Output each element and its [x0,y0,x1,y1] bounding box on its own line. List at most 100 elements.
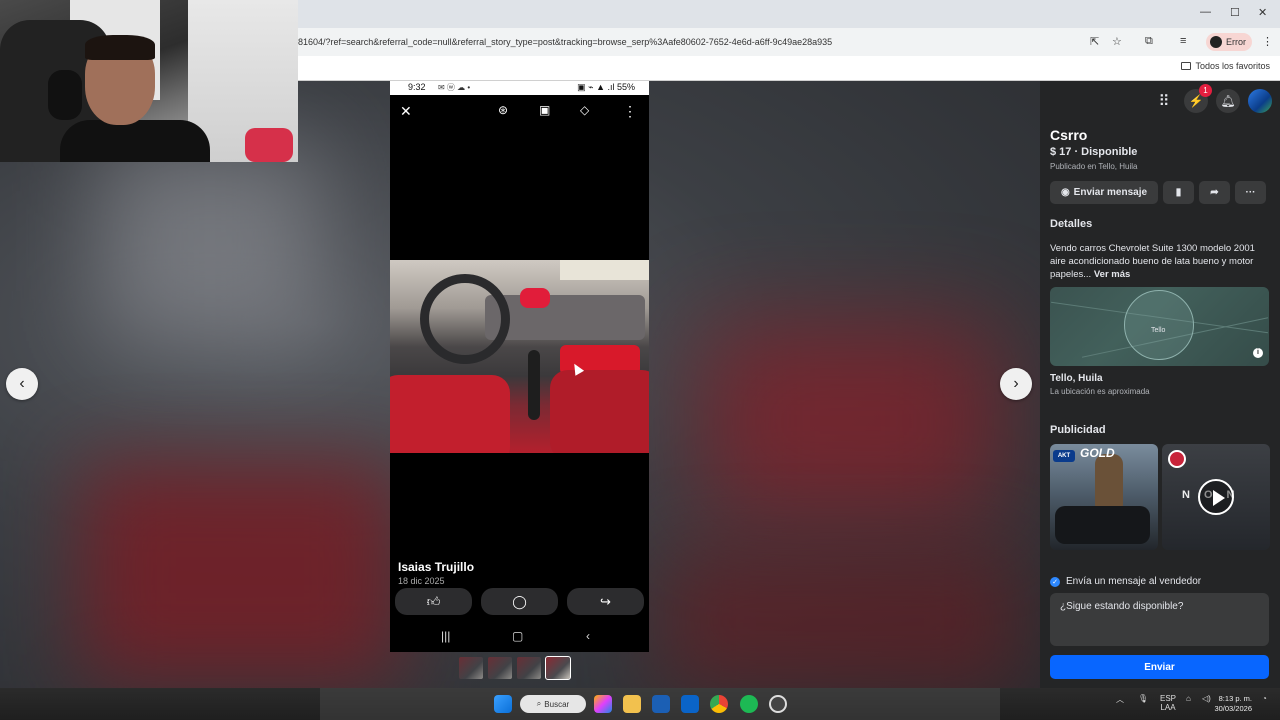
notifications-icon[interactable]: ◔ [1262,694,1267,703]
minimize-icon[interactable]: — [1200,6,1211,18]
install-app-icon[interactable]: ⇱ [1090,35,1099,48]
send-button[interactable]: Enviar [1050,655,1269,679]
description-text: Vendo carros Chevrolet Suite 1300 modelo… [1050,243,1255,280]
notification-badge: 1 [1199,84,1212,97]
comment-button[interactable]: ◯ [481,588,558,615]
clock-date: 30/03/2026 [1214,704,1252,713]
messenger-icon[interactable]: ⚡ 1 [1184,84,1212,113]
window-close-icon[interactable]: ✕ [1258,6,1267,19]
edit-icon[interactable]: ⊛ [498,103,508,117]
send-message-button[interactable]: ◉ Enviar mensaje [1050,181,1158,204]
all-bookmarks-folder[interactable]: Todos los favoritos [1181,61,1270,71]
spotify-icon[interactable] [740,695,758,713]
background-blur [660,551,1020,688]
previous-photo-button[interactable]: ‹ [6,368,38,400]
url-field[interactable]: 81604/?ref=search&referral_code=null&ref… [298,37,832,47]
photo-seat-left [390,375,510,453]
network-icon[interactable]: ⌂ [1186,694,1191,703]
listing-published-location: Publicado en Tello, Huila [1050,162,1138,171]
gallery-icon[interactable]: ▣ [539,103,550,117]
ad-brand-icon [1168,450,1186,468]
location-note: La ubicación es aproximada [1050,387,1150,396]
tag-icon[interactable]: ◇ [580,103,589,117]
webcam-overlay [0,0,298,162]
ad-motorcycle [1055,506,1150,544]
details-heading: Detalles [1050,218,1093,230]
windows-taskbar: ⌕ Buscar ︿ 🎙︎ ESP LAA ⌂ ◁) 8:13 p. m. 30/03… [0,688,1280,720]
microphone-tray-icon[interactable]: 🎙︎ [1138,694,1148,703]
clock[interactable]: 8:13 p. m. 30/03/2026 [1214,694,1252,714]
recent-apps-icon[interactable]: ||| [441,629,450,643]
messenger-icon: ◉ [1060,187,1070,198]
next-photo-button[interactable]: › [1000,368,1032,400]
store-icon[interactable] [652,695,670,713]
windows-start-icon[interactable] [494,695,512,713]
send-message-checkbox-row: ✓ Envía un mensaje al vendedor [1050,576,1201,587]
play-icon[interactable] [1198,479,1234,515]
listing-actions: ◉ Enviar mensaje ▮ ➦ ··· [1050,181,1266,204]
map-radius [1124,290,1194,360]
send-message-label: Enviar mensaje [1073,187,1148,198]
send-message-check-label: Envía un mensaje al vendedor [1066,576,1202,587]
share-listing-button[interactable]: ➦ [1199,181,1230,204]
browser-menu-icon[interactable]: ⋮ [1262,35,1273,48]
home-icon[interactable]: ▢ [512,629,523,643]
extensions-icon[interactable]: ⧉ [1145,35,1153,48]
save-button[interactable]: ▮ [1163,181,1194,204]
messenger-check-icon[interactable]: ✓ [1050,576,1060,587]
thumbnail[interactable] [488,657,512,679]
profile-chip[interactable]: Error [1206,33,1252,51]
bookmark-star-icon[interactable]: ☆ [1112,35,1122,48]
like-button[interactable]: 👍︎ [395,588,472,615]
thumbnail-active[interactable] [545,656,571,680]
photo-gear-shifter [528,350,540,420]
ad-card[interactable]: AKT GOLD [1050,444,1158,550]
file-explorer-icon[interactable] [623,695,641,713]
photo-red-cloth [520,288,550,308]
taskbar-search[interactable]: ⌕ Buscar [520,695,586,713]
status-time: 9:32 [408,82,426,92]
bookmarks-label: Todos los favoritos [1195,61,1270,71]
ad-person [1095,454,1123,509]
chevron-left-icon: ‹ [19,375,25,392]
thumbnail[interactable] [517,657,541,679]
bookmark-icon: ▮ [1175,187,1182,198]
steering-wheel [420,274,510,364]
see-more-link[interactable]: Ver más [1094,269,1130,280]
more-button[interactable]: ··· [1235,181,1266,204]
bell-icon[interactable]: 🔔︎ [1216,89,1240,113]
message-input[interactable]: ¿Sigue estando disponible? [1050,593,1269,646]
thumbnail[interactable] [459,657,483,679]
volume-icon[interactable]: ◁) [1202,694,1211,703]
ad-card[interactable]: NON [1162,444,1270,550]
share-icon: ↪ [600,593,611,609]
thumbs-up-icon: 👍︎ [426,593,441,609]
maximize-icon[interactable]: ☐ [1230,6,1240,19]
close-icon[interactable]: ✕ [400,103,412,120]
account-avatar[interactable] [1248,89,1272,113]
share-button[interactable]: ↪ [567,588,644,615]
taskbar-search-label: Buscar [544,699,570,709]
language-indicator[interactable]: ESP LAA [1160,694,1176,712]
language-top: ESP [1160,694,1177,703]
phone-status-bar: 9:32 ✉ ⓦ ☁ • ▣ ⌁ ▲ .ıl 55% [390,81,649,95]
tray-chevron-icon[interactable]: ︿ [1116,694,1124,705]
location-map[interactable]: Tello i [1050,287,1269,366]
app-icon[interactable] [769,695,787,713]
chrome-icon[interactable] [710,695,728,713]
menu-grid-icon[interactable]: ⠿ [1152,89,1176,113]
outlook-icon[interactable] [681,695,699,713]
background-blur [700,321,1000,521]
more-options-icon[interactable]: ⋮ [623,103,637,120]
battery-percent: 55% [616,82,635,92]
poster-name[interactable]: Isaias Trujillo [398,560,474,574]
listing-price: $ 17 · Disponible [1050,146,1138,158]
photo-thumbnails [459,656,571,681]
background-blur [80,461,400,681]
media-control-icon[interactable]: ≡ [1180,35,1186,47]
language-bottom: LAA [1160,703,1176,712]
info-icon[interactable]: i [1253,348,1263,358]
back-icon[interactable]: ‹ [586,629,590,643]
webcam-person-hair [85,35,155,60]
copilot-icon[interactable] [594,695,612,713]
